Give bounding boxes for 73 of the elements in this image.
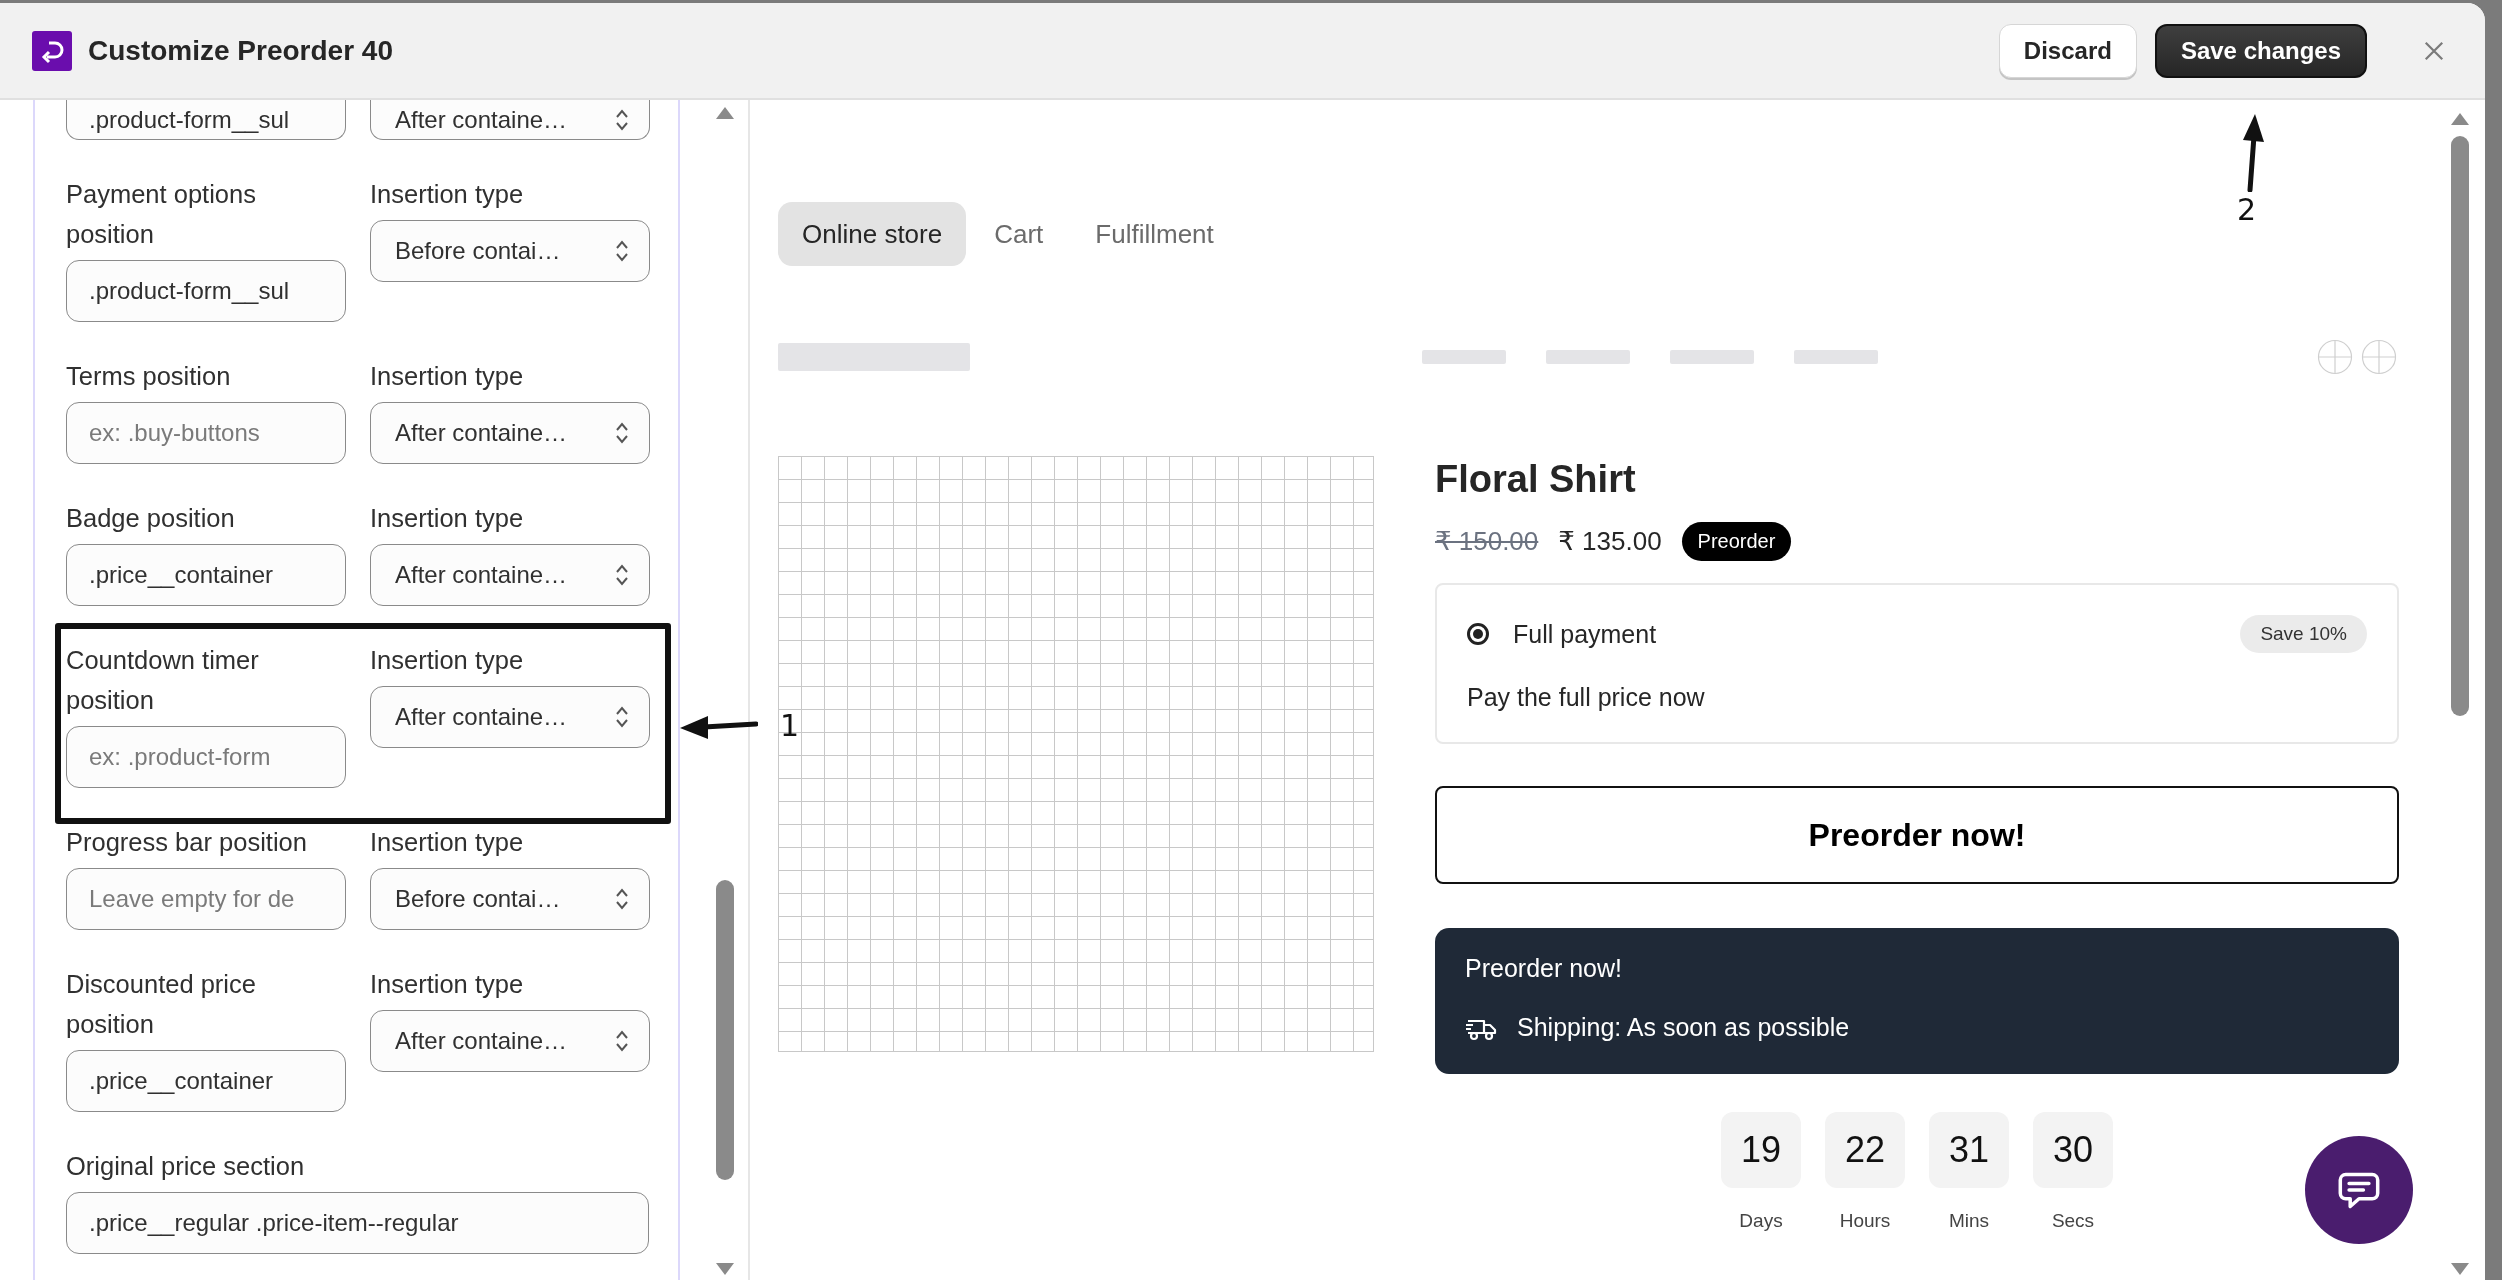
callout-number: 1 [780,708,800,743]
selector-input[interactable]: ex: .product-form [66,726,346,788]
insertion-select[interactable]: After containe… [370,402,650,464]
preview-tab[interactable]: Online store [778,202,967,266]
radio-button[interactable] [1467,623,1489,645]
insertion-select[interactable]: Before contai… [370,868,650,930]
product-title: Floral Shirt [1435,457,1637,502]
chevron-up-down-icon [615,239,629,263]
selector-input[interactable]: Leave empty for de [66,868,346,930]
scroll-down-icon[interactable] [2450,1262,2470,1276]
countdown-unit: Days [1739,1210,1783,1232]
discount-tag: Save 10% [2240,615,2367,653]
shipping-text: Shipping: As soon as possible [1517,1013,1850,1042]
insertion-select[interactable]: Before contai… [370,220,650,282]
scroll-up-icon[interactable] [2450,112,2470,126]
field-label: Insertion type [370,503,525,534]
countdown-unit: Hours [1839,1210,1891,1232]
insertion-select[interactable]: After containe… [370,1010,650,1072]
selector-input[interactable]: .price__container [66,544,346,606]
countdown-value: 30 [2033,1112,2113,1188]
payment-option-card[interactable]: Full payment Save 10% Pay the full price now [1435,583,2399,744]
selector-input[interactable]: .price__regular .price-item--regular [66,1192,649,1254]
window-title: Customize Preorder 40 [88,34,393,67]
selector-input[interactable]: .product-form__sul [66,100,346,140]
circle-placeholder-icon [2317,339,2353,375]
discard-button[interactable]: Discard [1998,23,2137,78]
field-label: Insertion type [370,969,525,1000]
chevron-up-down-icon [615,563,629,587]
circle-placeholder-icon [2361,339,2397,375]
field-label: Discounted price position [66,969,257,1040]
field-label: Payment options position [66,179,257,250]
field-label: Insertion type [370,361,525,392]
notice-title: Preorder now! [1465,954,1624,983]
insertion-select[interactable]: After containe… [370,544,650,606]
countdown-unit: Secs [2051,1210,2095,1232]
chevron-up-down-icon [615,421,629,445]
payment-option-label: Full payment [1513,619,1657,649]
preorder-badge: Preorder [1681,522,1792,561]
field-label: Insertion type [370,827,525,858]
chevron-up-down-icon [615,705,629,729]
countdown-value: 31 [1929,1112,2009,1188]
field-label: Progress bar position [66,827,308,858]
callout-number: 2 [2236,191,2256,227]
close-icon[interactable] [2423,39,2445,62]
preview-tab[interactable]: Cart [970,202,1068,266]
preorder-button[interactable]: Preorder now! [1435,786,2399,884]
save-button[interactable]: Save changes [2154,23,2367,78]
preview-tab[interactable]: Fulfillment [1071,202,1238,266]
original-price: ₹ 150.00 [1435,526,1539,557]
insertion-select[interactable]: After containe… [370,686,650,748]
selector-input[interactable]: .price__container [66,1050,346,1112]
countdown-unit: Mins [1948,1210,1990,1232]
field-label: Badge position [66,503,236,534]
scroll-down-icon[interactable] [715,1262,735,1276]
sale-price: ₹ 135.00 [1558,526,1662,557]
field-label: Insertion type [370,179,525,210]
field-label: Terms position [66,361,232,392]
countdown-value: 22 [1825,1112,1905,1188]
scroll-up-icon[interactable] [715,106,735,120]
countdown-value: 19 [1721,1112,1801,1188]
payment-option-description: Pay the full price now [1467,683,1706,712]
app-logo-icon [32,30,72,71]
field-label: Countdown timer position [66,645,260,716]
chevron-up-down-icon [615,107,629,132]
chevron-up-down-icon [615,887,629,911]
field-label: Original price section [66,1151,306,1182]
selector-input[interactable]: .product-form__sul [66,260,346,322]
chevron-up-down-icon [615,1029,629,1053]
field-label: Insertion type [370,645,525,676]
selector-input[interactable]: ex: .buy-buttons [66,402,346,464]
insertion-select[interactable]: After containe… [370,100,650,140]
scrollbar-thumb[interactable] [2451,136,2469,716]
scrollbar-thumb[interactable] [716,880,734,1180]
